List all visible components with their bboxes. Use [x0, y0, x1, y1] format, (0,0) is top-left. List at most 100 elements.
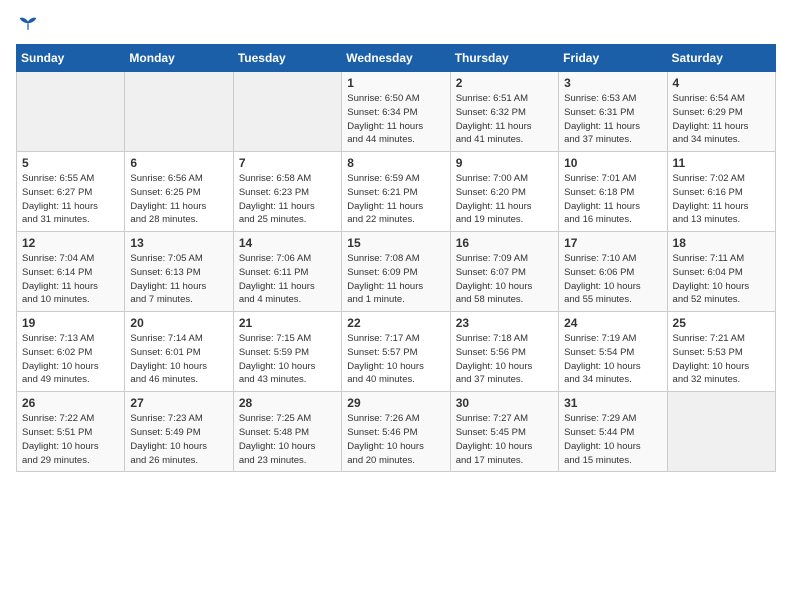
day-cell: 23Sunrise: 7:18 AM Sunset: 5:56 PM Dayli…	[450, 312, 558, 392]
day-cell: 14 Sunrise: 7:06 AM Sunset: 6:11 PM Dayli…	[233, 232, 341, 312]
day-cell: 10 Sunrise: 7:01 AM Sunset: 6:18 PM Dayli…	[559, 152, 667, 232]
day-info: Sunrise: 7:23 AM Sunset: 5:49 PM Dayligh…	[130, 412, 227, 467]
day-number: 16	[456, 236, 553, 250]
page-header	[16, 16, 776, 32]
day-info: Sunrise: 7:26 AM Sunset: 5:46 PM Dayligh…	[347, 412, 444, 467]
day-number: 11	[673, 156, 770, 170]
day-info: Sunrise: 7:15 AM Sunset: 5:59 PM Dayligh…	[239, 332, 336, 387]
day-number: 24	[564, 316, 661, 330]
day-number: 25	[673, 316, 770, 330]
day-cell: 8 Sunrise: 6:59 AM Sunset: 6:21 PM Daylig…	[342, 152, 450, 232]
weekday-tuesday: Tuesday	[233, 45, 341, 72]
weekday-wednesday: Wednesday	[342, 45, 450, 72]
day-cell: 25 Sunrise: 7:21 AM Sunset: 5:53 PM Dayli…	[667, 312, 775, 392]
bird-icon	[18, 16, 38, 32]
day-number: 5	[22, 156, 119, 170]
day-info: Sunrise: 6:55 AM Sunset: 6:27 PM Dayligh…	[22, 172, 119, 227]
day-info: Sunrise: 7:00 AM Sunset: 6:20 PM Dayligh…	[456, 172, 553, 227]
day-cell: 18 Sunrise: 7:11 AM Sunset: 6:04 PM Dayli…	[667, 232, 775, 312]
weekday-thursday: Thursday	[450, 45, 558, 72]
week-row-3: 12 Sunrise: 7:04 AM Sunset: 6:14 PM Dayli…	[17, 232, 776, 312]
day-info: Sunrise: 7:18 AM Sunset: 5:56 PM Dayligh…	[456, 332, 553, 387]
day-number: 22	[347, 316, 444, 330]
day-cell: 9 Sunrise: 7:00 AM Sunset: 6:20 PM Daylig…	[450, 152, 558, 232]
day-info: Sunrise: 6:53 AM Sunset: 6:31 PM Dayligh…	[564, 92, 661, 147]
day-number: 19	[22, 316, 119, 330]
day-number: 13	[130, 236, 227, 250]
day-info: Sunrise: 7:10 AM Sunset: 6:06 PM Dayligh…	[564, 252, 661, 307]
week-row-4: 19 Sunrise: 7:13 AM Sunset: 6:02 PM Dayli…	[17, 312, 776, 392]
day-info: Sunrise: 7:06 AM Sunset: 6:11 PM Dayligh…	[239, 252, 336, 307]
day-cell: 20 Sunrise: 7:14 AM Sunset: 6:01 PM Dayli…	[125, 312, 233, 392]
day-cell: 1 Sunrise: 6:50 AM Sunset: 6:34 PM Daylig…	[342, 72, 450, 152]
day-cell: 13 Sunrise: 7:05 AM Sunset: 6:13 PM Dayli…	[125, 232, 233, 312]
day-info: Sunrise: 7:22 AM Sunset: 5:51 PM Dayligh…	[22, 412, 119, 467]
day-cell: 17 Sunrise: 7:10 AM Sunset: 6:06 PM Dayli…	[559, 232, 667, 312]
day-cell: 11 Sunrise: 7:02 AM Sunset: 6:16 PM Dayli…	[667, 152, 775, 232]
day-cell: 24 Sunrise: 7:19 AM Sunset: 5:54 PM Dayli…	[559, 312, 667, 392]
day-info: Sunrise: 7:21 AM Sunset: 5:53 PM Dayligh…	[673, 332, 770, 387]
week-row-1: 1 Sunrise: 6:50 AM Sunset: 6:34 PM Daylig…	[17, 72, 776, 152]
day-number: 9	[456, 156, 553, 170]
day-info: Sunrise: 6:58 AM Sunset: 6:23 PM Dayligh…	[239, 172, 336, 227]
day-number: 8	[347, 156, 444, 170]
day-number: 6	[130, 156, 227, 170]
day-number: 2	[456, 76, 553, 90]
weekday-friday: Friday	[559, 45, 667, 72]
logo	[16, 16, 38, 32]
day-cell: 5 Sunrise: 6:55 AM Sunset: 6:27 PM Daylig…	[17, 152, 125, 232]
calendar-body: 1 Sunrise: 6:50 AM Sunset: 6:34 PM Daylig…	[17, 72, 776, 472]
day-cell	[125, 72, 233, 152]
day-info: Sunrise: 7:02 AM Sunset: 6:16 PM Dayligh…	[673, 172, 770, 227]
day-number: 1	[347, 76, 444, 90]
day-number: 21	[239, 316, 336, 330]
day-info: Sunrise: 6:51 AM Sunset: 6:32 PM Dayligh…	[456, 92, 553, 147]
day-cell: 22Sunrise: 7:17 AM Sunset: 5:57 PM Dayli…	[342, 312, 450, 392]
day-number: 4	[673, 76, 770, 90]
day-cell: 21 Sunrise: 7:15 AM Sunset: 5:59 PM Dayli…	[233, 312, 341, 392]
day-number: 31	[564, 396, 661, 410]
day-cell: 2 Sunrise: 6:51 AM Sunset: 6:32 PM Daylig…	[450, 72, 558, 152]
day-cell: 30 Sunrise: 7:27 AM Sunset: 5:45 PM Dayli…	[450, 392, 558, 472]
day-number: 29	[347, 396, 444, 410]
day-cell: 7Sunrise: 6:58 AM Sunset: 6:23 PM Daylig…	[233, 152, 341, 232]
day-info: Sunrise: 7:05 AM Sunset: 6:13 PM Dayligh…	[130, 252, 227, 307]
day-number: 12	[22, 236, 119, 250]
day-number: 30	[456, 396, 553, 410]
day-number: 14	[239, 236, 336, 250]
day-cell: 26 Sunrise: 7:22 AM Sunset: 5:51 PM Dayli…	[17, 392, 125, 472]
day-number: 28	[239, 396, 336, 410]
day-cell	[667, 392, 775, 472]
day-number: 10	[564, 156, 661, 170]
weekday-saturday: Saturday	[667, 45, 775, 72]
day-info: Sunrise: 7:19 AM Sunset: 5:54 PM Dayligh…	[564, 332, 661, 387]
day-number: 18	[673, 236, 770, 250]
day-info: Sunrise: 7:13 AM Sunset: 6:02 PM Dayligh…	[22, 332, 119, 387]
week-row-5: 26 Sunrise: 7:22 AM Sunset: 5:51 PM Dayli…	[17, 392, 776, 472]
day-cell	[17, 72, 125, 152]
weekday-sunday: Sunday	[17, 45, 125, 72]
week-row-2: 5 Sunrise: 6:55 AM Sunset: 6:27 PM Daylig…	[17, 152, 776, 232]
day-number: 17	[564, 236, 661, 250]
weekday-monday: Monday	[125, 45, 233, 72]
day-info: Sunrise: 7:04 AM Sunset: 6:14 PM Dayligh…	[22, 252, 119, 307]
day-info: Sunrise: 6:50 AM Sunset: 6:34 PM Dayligh…	[347, 92, 444, 147]
day-info: Sunrise: 6:54 AM Sunset: 6:29 PM Dayligh…	[673, 92, 770, 147]
day-info: Sunrise: 7:14 AM Sunset: 6:01 PM Dayligh…	[130, 332, 227, 387]
day-info: Sunrise: 7:01 AM Sunset: 6:18 PM Dayligh…	[564, 172, 661, 227]
day-info: Sunrise: 6:56 AM Sunset: 6:25 PM Dayligh…	[130, 172, 227, 227]
day-number: 20	[130, 316, 227, 330]
day-number: 26	[22, 396, 119, 410]
day-info: Sunrise: 7:27 AM Sunset: 5:45 PM Dayligh…	[456, 412, 553, 467]
day-cell: 16 Sunrise: 7:09 AM Sunset: 6:07 PM Dayli…	[450, 232, 558, 312]
day-info: Sunrise: 7:11 AM Sunset: 6:04 PM Dayligh…	[673, 252, 770, 307]
day-cell: 3Sunrise: 6:53 AM Sunset: 6:31 PM Daylig…	[559, 72, 667, 152]
day-info: Sunrise: 7:09 AM Sunset: 6:07 PM Dayligh…	[456, 252, 553, 307]
day-info: Sunrise: 6:59 AM Sunset: 6:21 PM Dayligh…	[347, 172, 444, 227]
day-cell: 27Sunrise: 7:23 AM Sunset: 5:49 PM Dayli…	[125, 392, 233, 472]
day-cell: 19 Sunrise: 7:13 AM Sunset: 6:02 PM Dayli…	[17, 312, 125, 392]
day-cell: 28 Sunrise: 7:25 AM Sunset: 5:48 PM Dayli…	[233, 392, 341, 472]
day-cell: 6 Sunrise: 6:56 AM Sunset: 6:25 PM Daylig…	[125, 152, 233, 232]
calendar-table: SundayMondayTuesdayWednesdayThursdayFrid…	[16, 44, 776, 472]
day-info: Sunrise: 7:25 AM Sunset: 5:48 PM Dayligh…	[239, 412, 336, 467]
